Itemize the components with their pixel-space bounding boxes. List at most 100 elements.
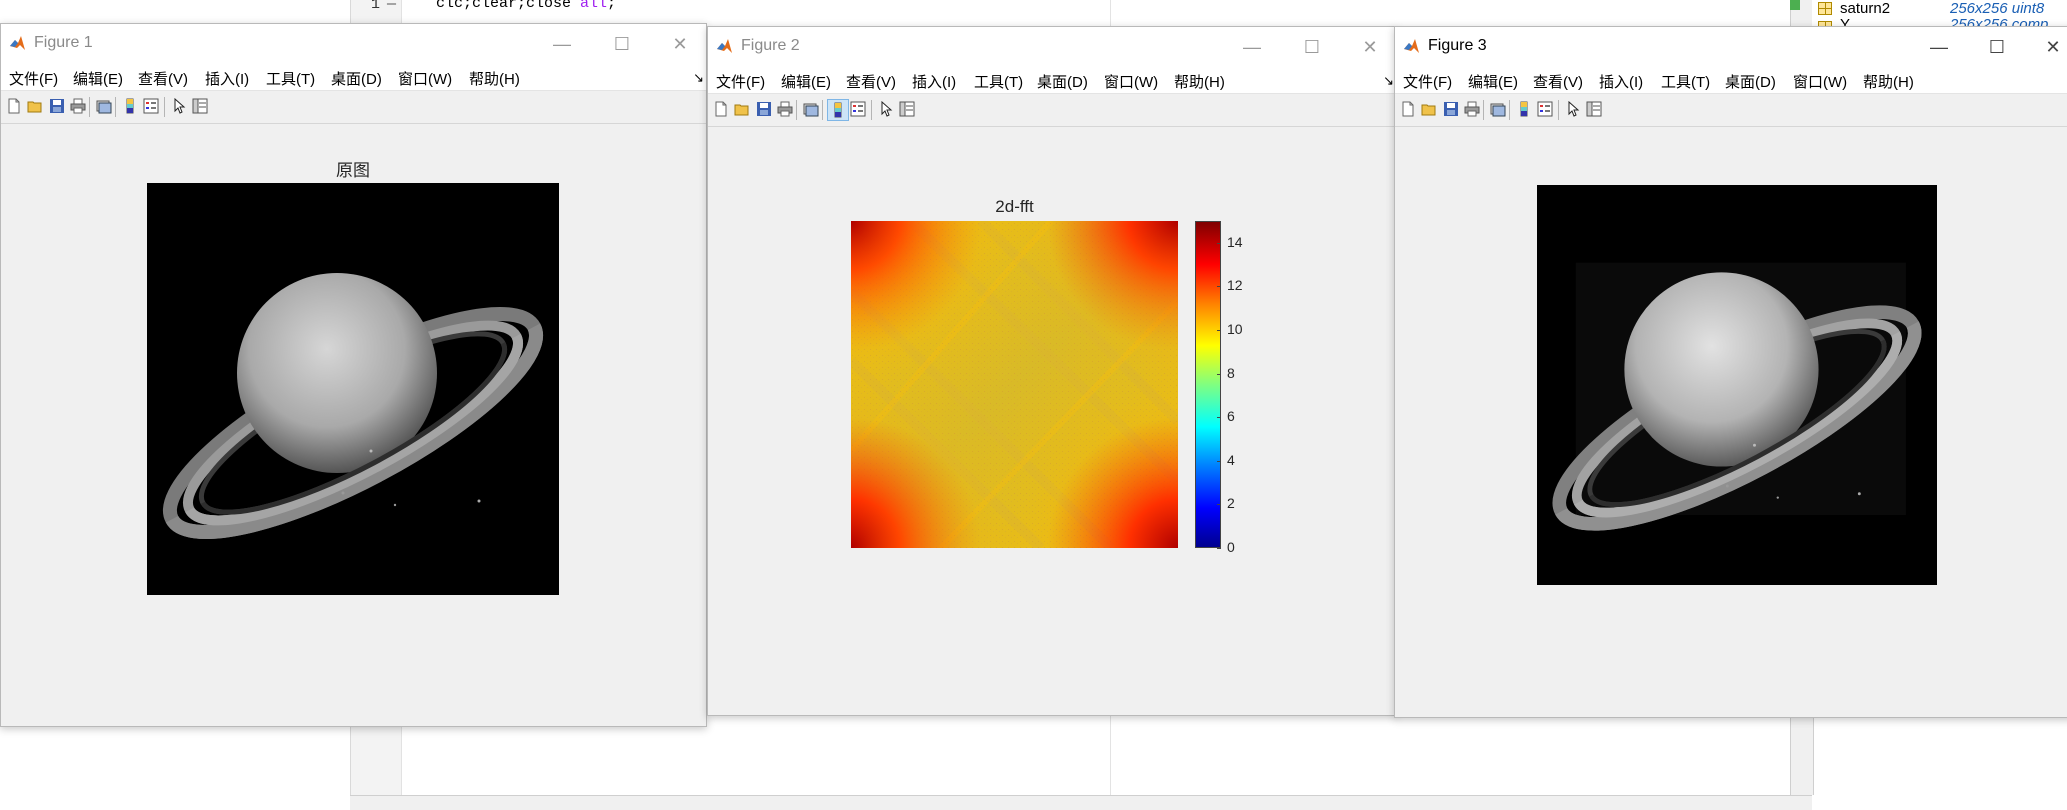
menu-edit[interactable]: 编辑(E): [1468, 71, 1518, 92]
colorbar-tick-mark: [1217, 286, 1221, 288]
menu-tools[interactable]: 工具(T): [974, 71, 1023, 92]
workspace-row[interactable]: saturn2 256x256 uint8: [1790, 0, 2067, 18]
menu-view[interactable]: 查看(V): [1533, 71, 1583, 92]
saturn-reconstructed-image[interactable]: [1537, 185, 1937, 585]
minimize-button[interactable]: —: [1234, 33, 1270, 61]
maximize-button[interactable]: ☐: [604, 30, 640, 58]
axes-title: 2d-fft: [995, 197, 1034, 216]
print-button[interactable]: [1462, 99, 1484, 121]
property-inspector-button[interactable]: [897, 99, 919, 121]
code-text-end: ;: [607, 0, 617, 12]
toolbar-separator: [871, 100, 872, 120]
print-button[interactable]: [68, 96, 90, 118]
menu-window[interactable]: 窗口(W): [1104, 71, 1158, 92]
legend-button[interactable]: [1535, 99, 1557, 121]
fold-marker: —: [387, 0, 397, 13]
code-text: clc;clear;close: [436, 0, 581, 12]
colorbar-tick-mark: [1217, 373, 1221, 375]
open-file-button[interactable]: [25, 96, 47, 118]
colorbar[interactable]: [1195, 221, 1221, 548]
figure-1-window[interactable]: Figure 1 — ☐ ✕ 文件(F) 编辑(E) 查看(V) 插入(I) 工…: [0, 23, 707, 727]
menu-file[interactable]: 文件(F): [716, 71, 765, 92]
menu-tools[interactable]: 工具(T): [266, 68, 315, 89]
menu-file[interactable]: 文件(F): [9, 68, 58, 89]
menu-insert[interactable]: 插入(I): [205, 68, 249, 89]
menu-overflow-icon[interactable]: ↘: [1383, 73, 1394, 89]
minimize-button[interactable]: —: [544, 30, 580, 58]
property-inspector-button[interactable]: [190, 96, 212, 118]
figure-toolbar: [1395, 93, 2067, 127]
menu-tools[interactable]: 工具(T): [1661, 71, 1710, 92]
menu-file[interactable]: 文件(F): [1403, 71, 1452, 92]
menu-window[interactable]: 窗口(W): [398, 68, 452, 89]
colorbar-tick-label: 8: [1227, 364, 1235, 381]
window-title: Figure 3: [1428, 37, 1487, 54]
toolbar-separator: [1558, 100, 1559, 120]
maximize-button[interactable]: ☐: [1294, 33, 1330, 61]
menu-edit[interactable]: 编辑(E): [781, 71, 831, 92]
maximize-button[interactable]: ☐: [1979, 33, 2015, 61]
legend-button[interactable]: [141, 96, 163, 118]
open-file-button[interactable]: [1419, 99, 1441, 121]
print-preview-button[interactable]: [801, 99, 823, 121]
code-line-1[interactable]: clc;clear;close all;: [436, 0, 616, 12]
fft-spectrum-image[interactable]: [851, 221, 1178, 548]
colorbar-tick-mark: [1217, 548, 1221, 549]
menu-desktop[interactable]: 桌面(D): [331, 68, 382, 89]
colorbar-tick-mark: [1217, 417, 1221, 419]
menu-overflow-icon[interactable]: ↘: [693, 70, 704, 86]
menu-view[interactable]: 查看(V): [138, 68, 188, 89]
colorbar-tick-mark: [1217, 504, 1221, 506]
title-bar[interactable]: Figure 1 — ☐ ✕: [1, 24, 706, 64]
matlab-logo-icon: [1404, 39, 1419, 53]
menu-edit[interactable]: 编辑(E): [73, 68, 123, 89]
title-bar[interactable]: Figure 3 — ☐ ✕: [1395, 27, 2067, 67]
close-button[interactable]: ✕: [1352, 33, 1388, 61]
open-file-button[interactable]: [732, 99, 754, 121]
new-figure-button[interactable]: [4, 96, 26, 118]
matlab-logo-icon: [10, 36, 25, 50]
toolbar-separator: [115, 97, 116, 117]
print-preview-button[interactable]: [1488, 99, 1510, 121]
axes-title: 原图: [336, 161, 370, 180]
close-button[interactable]: ✕: [2035, 33, 2067, 61]
colorbar-button[interactable]: [827, 99, 849, 121]
property-inspector-button[interactable]: [1584, 99, 1606, 121]
minimize-button[interactable]: —: [1921, 33, 1957, 61]
menu-help[interactable]: 帮助(H): [469, 68, 520, 89]
save-button[interactable]: [47, 96, 69, 118]
menu-view[interactable]: 查看(V): [846, 71, 896, 92]
menu-insert[interactable]: 插入(I): [912, 71, 956, 92]
pointer-button[interactable]: [1563, 99, 1585, 121]
new-figure-button[interactable]: [1398, 99, 1420, 121]
legend-button[interactable]: [848, 99, 870, 121]
save-button[interactable]: [1441, 99, 1463, 121]
colorbar-tick-mark: [1217, 242, 1221, 244]
window-title: Figure 2: [741, 37, 800, 54]
colorbar-tick-label: 4: [1227, 451, 1235, 468]
pointer-button[interactable]: [169, 96, 191, 118]
figure-3-window[interactable]: Figure 3 — ☐ ✕ 文件(F) 编辑(E) 查看(V) 插入(I) 工…: [1394, 26, 2067, 718]
save-button[interactable]: [754, 99, 776, 121]
window-title: Figure 1: [34, 34, 93, 51]
close-button[interactable]: ✕: [662, 30, 698, 58]
figure-toolbar: [708, 93, 1396, 127]
title-bar[interactable]: Figure 2 — ☐ ✕: [708, 27, 1396, 67]
print-preview-button[interactable]: [94, 96, 116, 118]
colorbar-button[interactable]: [1514, 99, 1536, 121]
figure-2-window[interactable]: Figure 2 — ☐ ✕ 文件(F) 编辑(E) 查看(V) 插入(I) 工…: [707, 26, 1397, 716]
menu-desktop[interactable]: 桌面(D): [1037, 71, 1088, 92]
matlab-logo-icon: [717, 39, 732, 53]
menu-help[interactable]: 帮助(H): [1174, 71, 1225, 92]
colorbar-button[interactable]: [120, 96, 142, 118]
menu-bar: 文件(F) 编辑(E) 查看(V) 插入(I) 工具(T) 桌面(D) 窗口(W…: [708, 67, 1396, 93]
saturn-original-image[interactable]: [147, 183, 559, 595]
menu-bar: 文件(F) 编辑(E) 查看(V) 插入(I) 工具(T) 桌面(D) 窗口(W…: [1395, 67, 2067, 93]
print-button[interactable]: [775, 99, 797, 121]
menu-desktop[interactable]: 桌面(D): [1725, 71, 1776, 92]
pointer-button[interactable]: [876, 99, 898, 121]
menu-help[interactable]: 帮助(H): [1863, 71, 1914, 92]
menu-window[interactable]: 窗口(W): [1793, 71, 1847, 92]
new-figure-button[interactable]: [711, 99, 733, 121]
menu-insert[interactable]: 插入(I): [1599, 71, 1643, 92]
